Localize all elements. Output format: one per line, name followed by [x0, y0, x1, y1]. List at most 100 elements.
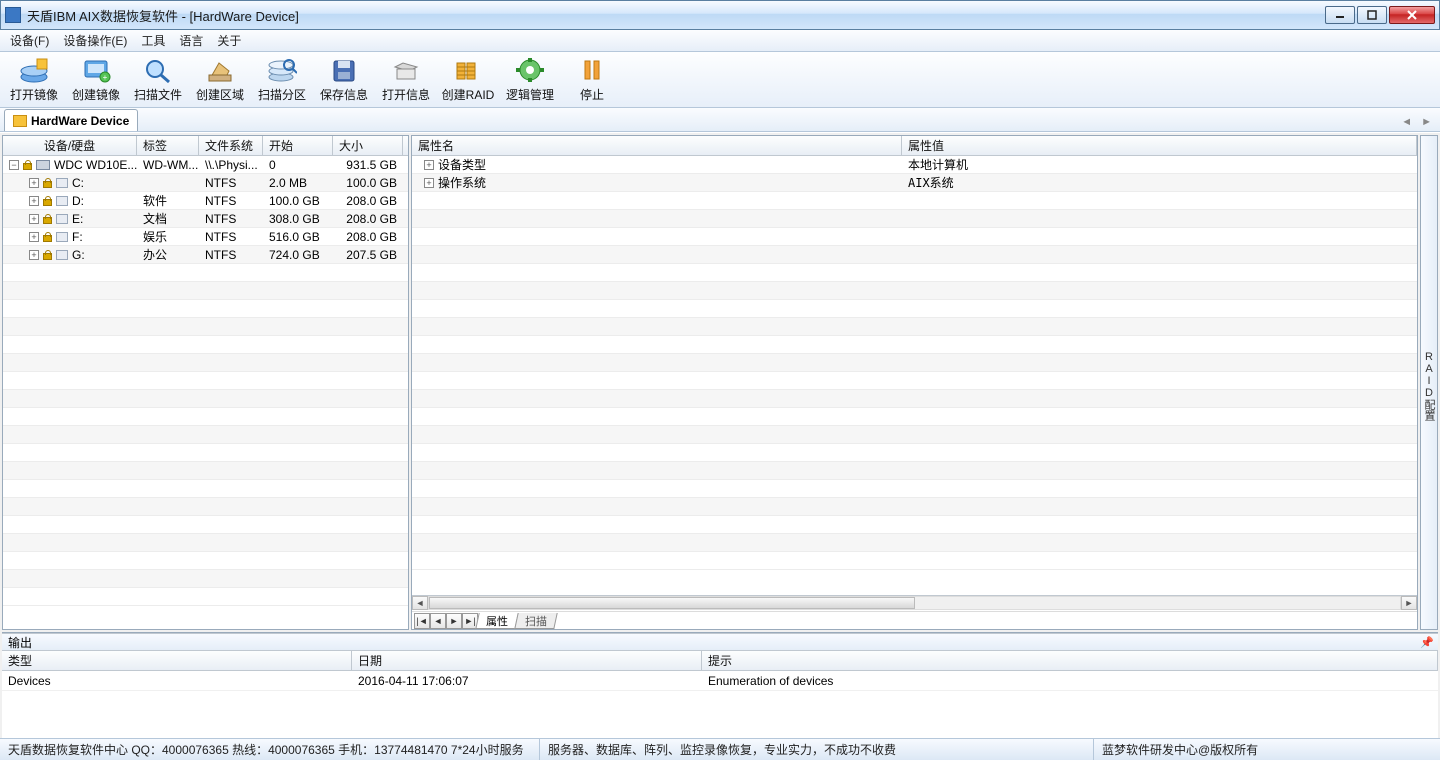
table-row[interactable] — [412, 462, 1417, 480]
table-row[interactable] — [3, 534, 408, 552]
col-out-date[interactable]: 日期 — [352, 651, 702, 670]
table-row[interactable] — [412, 192, 1417, 210]
logic-manage-button[interactable]: 逻辑管理 — [504, 56, 556, 103]
table-row[interactable] — [412, 354, 1417, 372]
col-label[interactable]: 标签 — [137, 136, 199, 155]
device-grid-body[interactable]: −WDC WD10E...WD-WM...\\.\Physi...0931.5 … — [3, 156, 408, 629]
minimize-button[interactable] — [1325, 6, 1355, 24]
table-row[interactable] — [412, 300, 1417, 318]
col-device[interactable]: 设备/硬盘 — [3, 136, 137, 155]
scroll-thumb[interactable] — [429, 597, 915, 609]
table-row[interactable]: +E:文档NTFS308.0 GB208.0 GB — [3, 210, 408, 228]
table-row[interactable] — [3, 318, 408, 336]
table-row[interactable] — [3, 282, 408, 300]
scan-files-button[interactable]: 扫描文件 — [132, 56, 184, 103]
doc-tab-hardware-device[interactable]: HardWare Device — [4, 109, 138, 131]
create-image-button[interactable]: +创建镜像 — [70, 56, 122, 103]
table-row[interactable] — [3, 300, 408, 318]
col-start[interactable]: 开始 — [263, 136, 333, 155]
tree-expand-icon[interactable]: + — [29, 250, 39, 260]
table-row[interactable] — [412, 426, 1417, 444]
sheet-nav-next[interactable]: ► — [446, 613, 462, 629]
create-region-button[interactable]: 创建区域 — [194, 56, 246, 103]
output-row[interactable]: Devices2016-04-11 17:06:07Enumeration of… — [2, 671, 1438, 691]
tree-expand-icon[interactable]: + — [29, 196, 39, 206]
table-row[interactable] — [412, 534, 1417, 552]
sheet-nav-first[interactable]: |◄ — [414, 613, 430, 629]
tree-collapse-icon[interactable]: − — [9, 160, 19, 170]
tab-scroll-left-icon[interactable]: ◄ — [1397, 115, 1416, 129]
sheet-tab-attr[interactable]: 属性 — [475, 613, 518, 629]
table-row[interactable] — [412, 264, 1417, 282]
side-tab-raid-config[interactable]: RAID配置 — [1420, 135, 1438, 630]
table-row[interactable] — [3, 264, 408, 282]
col-attr-name[interactable]: 属性名 — [412, 136, 902, 155]
table-row[interactable] — [3, 444, 408, 462]
sheet-tab-scan[interactable]: 扫描 — [514, 613, 557, 629]
open-info-button[interactable]: 打开信息 — [380, 56, 432, 103]
scroll-right-icon[interactable]: ► — [1401, 596, 1417, 610]
table-row[interactable] — [412, 336, 1417, 354]
table-row[interactable]: +操作系统AIX系统 — [412, 174, 1417, 192]
tab-scroll-right-icon[interactable]: ► — [1417, 115, 1436, 129]
menu-about[interactable]: 关于 — [217, 32, 241, 49]
table-row[interactable] — [3, 552, 408, 570]
save-info-button[interactable]: 保存信息 — [318, 56, 370, 103]
table-row[interactable] — [3, 426, 408, 444]
menu-tools[interactable]: 工具 — [141, 32, 165, 49]
table-row[interactable]: +设备类型本地计算机 — [412, 156, 1417, 174]
table-row[interactable] — [3, 354, 408, 372]
scroll-track[interactable] — [428, 596, 1401, 610]
table-row[interactable] — [412, 372, 1417, 390]
table-row[interactable] — [412, 246, 1417, 264]
output-body[interactable]: Devices2016-04-11 17:06:07Enumeration of… — [2, 671, 1438, 738]
create-raid-button[interactable]: 创建RAID — [442, 56, 494, 103]
col-out-hint[interactable]: 提示 — [702, 651, 1438, 670]
open-image-button[interactable]: 打开镜像 — [8, 56, 60, 103]
table-row[interactable] — [3, 516, 408, 534]
col-fs[interactable]: 文件系统 — [199, 136, 263, 155]
col-attr-value[interactable]: 属性值 — [902, 136, 1417, 155]
table-row[interactable] — [3, 498, 408, 516]
col-size[interactable]: 大小 — [333, 136, 403, 155]
property-grid-body[interactable]: +设备类型本地计算机+操作系统AIX系统 — [412, 156, 1417, 595]
sheet-nav-prev[interactable]: ◄ — [430, 613, 446, 629]
table-row[interactable] — [412, 228, 1417, 246]
table-row[interactable]: +G:办公NTFS724.0 GB207.5 GB — [3, 246, 408, 264]
table-row[interactable]: +C:NTFS2.0 MB100.0 GB — [3, 174, 408, 192]
scroll-left-icon[interactable]: ◄ — [412, 596, 428, 610]
close-button[interactable] — [1389, 6, 1435, 24]
table-row[interactable] — [3, 588, 408, 606]
table-row[interactable] — [412, 444, 1417, 462]
table-row[interactable] — [412, 282, 1417, 300]
table-row[interactable] — [412, 516, 1417, 534]
table-row[interactable]: +D:软件NTFS100.0 GB208.0 GB — [3, 192, 408, 210]
table-row[interactable] — [3, 336, 408, 354]
table-row[interactable] — [412, 552, 1417, 570]
col-out-type[interactable]: 类型 — [2, 651, 352, 670]
scan-partition-button[interactable]: 扫描分区 — [256, 56, 308, 103]
table-row[interactable] — [3, 570, 408, 588]
table-row[interactable] — [3, 408, 408, 426]
table-row[interactable] — [412, 390, 1417, 408]
menu-language[interactable]: 语言 — [179, 32, 203, 49]
horizontal-scrollbar[interactable]: ◄ ► — [412, 596, 1417, 612]
table-row[interactable]: −WDC WD10E...WD-WM...\\.\Physi...0931.5 … — [3, 156, 408, 174]
table-row[interactable] — [412, 318, 1417, 336]
table-row[interactable] — [3, 390, 408, 408]
stop-button[interactable]: 停止 — [566, 56, 618, 103]
tree-expand-icon[interactable]: + — [29, 178, 39, 188]
tree-expand-icon[interactable]: + — [424, 160, 434, 170]
table-row[interactable] — [3, 480, 408, 498]
tree-expand-icon[interactable]: + — [29, 214, 39, 224]
table-row[interactable] — [3, 462, 408, 480]
menu-device-ops[interactable]: 设备操作(E) — [63, 32, 127, 49]
menu-device[interactable]: 设备(F) — [10, 32, 49, 49]
tree-expand-icon[interactable]: + — [424, 178, 434, 188]
tree-expand-icon[interactable]: + — [29, 232, 39, 242]
table-row[interactable] — [412, 210, 1417, 228]
maximize-button[interactable] — [1357, 6, 1387, 24]
table-row[interactable] — [412, 408, 1417, 426]
pin-icon[interactable]: 📌 — [1420, 636, 1432, 648]
table-row[interactable] — [412, 498, 1417, 516]
